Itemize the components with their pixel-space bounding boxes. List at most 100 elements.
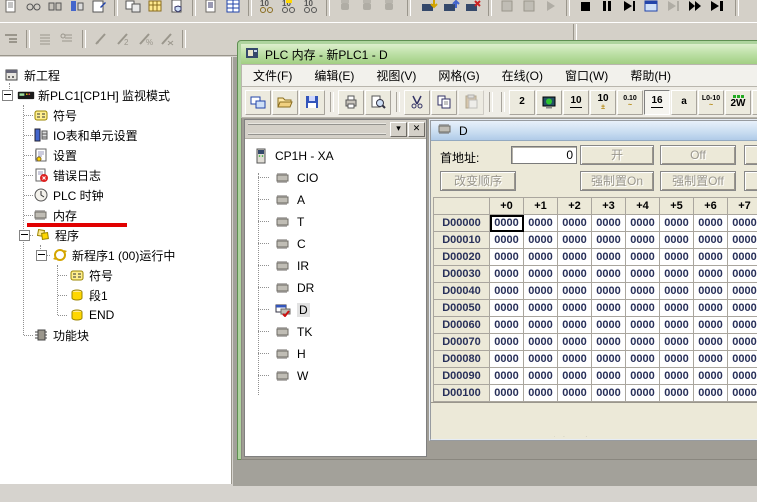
memory-cell[interactable]: 0000 <box>728 215 757 232</box>
memory-cell[interactable]: 0000 <box>524 300 558 317</box>
set-button[interactable]: 设置 <box>744 145 757 165</box>
memory-cell[interactable]: 0000 <box>728 385 757 402</box>
start-address-input[interactable] <box>511 146 577 164</box>
save-button[interactable] <box>299 90 325 115</box>
memory-cell[interactable]: 0000 <box>728 283 757 300</box>
stop-black-icon[interactable] <box>574 0 596 16</box>
memory-cell[interactable]: 0000 <box>626 368 660 385</box>
print-preview-button[interactable] <box>365 90 391 115</box>
memory-cell[interactable]: 0000 <box>490 249 524 266</box>
doc-shield-icon[interactable] <box>166 0 188 16</box>
pen-a-gray-icon[interactable] <box>90 29 112 49</box>
hand-gray-icon[interactable] <box>334 0 356 16</box>
memory-area-cio[interactable]: CIO <box>245 167 426 189</box>
memory-cell[interactable]: 0000 <box>660 266 694 283</box>
memory-cell[interactable]: 0000 <box>626 300 660 317</box>
memory-cell[interactable]: 0000 <box>694 351 728 368</box>
memory-cell[interactable]: 0000 <box>626 317 660 334</box>
tree-item-error-log[interactable]: 错误日志 <box>0 165 231 185</box>
format-binary-button[interactable]: 2 <box>509 90 535 115</box>
memory-area-c[interactable]: C <box>245 233 426 255</box>
memory-area-tk[interactable]: TK <box>245 321 426 343</box>
watch10-plain-icon[interactable]: 10 <box>300 0 322 16</box>
menu-item-2[interactable]: 视图(V) <box>365 67 427 84</box>
device-root[interactable]: CP1H - XA <box>245 145 426 167</box>
memory-cell[interactable]: 0000 <box>626 385 660 402</box>
memory-cell[interactable]: 0000 <box>694 266 728 283</box>
format-hex-button[interactable]: 16 <box>644 90 670 115</box>
change-order-button[interactable]: 改变顺序 <box>440 171 516 191</box>
step-window-blue-icon[interactable] <box>640 0 662 16</box>
memory-cell[interactable]: 0000 <box>626 351 660 368</box>
copy-button[interactable] <box>431 90 457 115</box>
memory-cell[interactable]: 0000 <box>490 334 524 351</box>
memory-cell[interactable]: 0000 <box>524 368 558 385</box>
menu-item-4[interactable]: 在线(O) <box>491 67 554 84</box>
memory-cell[interactable]: 0000 <box>558 283 592 300</box>
tree-item-plc-clock[interactable]: PLC 时钟 <box>0 185 231 205</box>
monitor-button[interactable] <box>536 90 562 115</box>
memory-cell[interactable]: 0000 <box>728 249 757 266</box>
memory-cell[interactable]: 0000 <box>660 283 694 300</box>
memory-cell[interactable]: 0000 <box>728 300 757 317</box>
menu-item-0[interactable]: 文件(F) <box>242 67 303 84</box>
memory-cell[interactable]: 0000 <box>490 317 524 334</box>
online-gray-icon[interactable] <box>518 0 540 16</box>
step-black-icon[interactable] <box>618 0 640 16</box>
open-folder-button[interactable] <box>272 90 298 115</box>
memory-cell[interactable]: 0000 <box>524 385 558 402</box>
force-cancel-button[interactable]: 强制 <box>744 171 757 191</box>
memory-cell[interactable]: 0000 <box>524 283 558 300</box>
note-edit-icon[interactable] <box>88 0 110 16</box>
off-button[interactable]: Off <box>660 145 736 165</box>
memory-cell[interactable]: 0000 <box>660 385 694 402</box>
binoculars-icon[interactable] <box>44 0 66 16</box>
memory-cell[interactable]: 0000 <box>660 368 694 385</box>
menu-item-5[interactable]: 窗口(W) <box>554 67 619 84</box>
tree-item-memory[interactable]: 内存 <box>0 205 231 225</box>
cut-button[interactable] <box>404 90 430 115</box>
memory-cell[interactable]: 0000 <box>490 215 524 232</box>
memory-cell[interactable]: 0000 <box>694 300 728 317</box>
memory-cell[interactable]: 0000 <box>694 368 728 385</box>
memory-cell[interactable]: 0000 <box>558 368 592 385</box>
dock-grip[interactable] <box>248 123 386 135</box>
tree-item-new-plc1[interactable]: 新PLC1[CP1H] 监视模式 <box>0 85 231 105</box>
memory-cell[interactable]: 0000 <box>626 334 660 351</box>
plc-verify-icon[interactable] <box>462 0 484 16</box>
memory-cell[interactable]: 0000 <box>592 334 626 351</box>
collapse-expander[interactable] <box>19 230 30 241</box>
memory-cell[interactable]: 0000 <box>660 334 694 351</box>
grid-blue-icon[interactable] <box>222 0 244 16</box>
memory-cell[interactable]: 0000 <box>592 351 626 368</box>
edit-find-icon[interactable] <box>0 0 22 16</box>
list-unindent-gray-icon[interactable] <box>56 29 78 49</box>
force-on-button[interactable]: 强制置On <box>580 171 654 191</box>
memory-cell[interactable]: 0000 <box>558 317 592 334</box>
format-quad-word-button[interactable]: 4W <box>752 90 757 115</box>
memory-cell[interactable]: 0000 <box>694 334 728 351</box>
memory-cell[interactable]: 0000 <box>592 232 626 249</box>
memory-cell[interactable]: 0000 <box>558 351 592 368</box>
glasses-icon[interactable] <box>22 0 44 16</box>
tree-item-new-project[interactable]: 新工程 <box>0 65 231 85</box>
memory-cell[interactable]: 0000 <box>592 249 626 266</box>
tree-item-symbols[interactable]: 符号 <box>0 105 231 125</box>
force-off-button[interactable]: 强制置Off <box>660 171 736 191</box>
format-signed-decimal-button[interactable]: 10± <box>590 90 616 115</box>
memory-cell[interactable]: 0000 <box>626 215 660 232</box>
memory-cell[interactable]: 0000 <box>728 266 757 283</box>
format-word-bit-button[interactable]: L0-10~ <box>698 90 724 115</box>
tree-item-end[interactable]: END <box>0 305 231 325</box>
memory-cell[interactable]: 0000 <box>660 351 694 368</box>
memory-cell[interactable]: 0000 <box>592 266 626 283</box>
menu-item-6[interactable]: 帮助(H) <box>619 67 682 84</box>
memory-cell[interactable]: 0000 <box>524 266 558 283</box>
format-decimal-button[interactable]: 10 <box>563 90 589 115</box>
memory-cell[interactable]: 0000 <box>660 249 694 266</box>
pen-2-gray-icon[interactable]: 2 <box>112 29 134 49</box>
memory-cell[interactable]: 0000 <box>558 334 592 351</box>
tree-item-new-program1[interactable]: 新程序1 (00)运行中 <box>0 245 231 265</box>
memory-cell[interactable]: 0000 <box>728 351 757 368</box>
memory-cell[interactable]: 0000 <box>558 300 592 317</box>
